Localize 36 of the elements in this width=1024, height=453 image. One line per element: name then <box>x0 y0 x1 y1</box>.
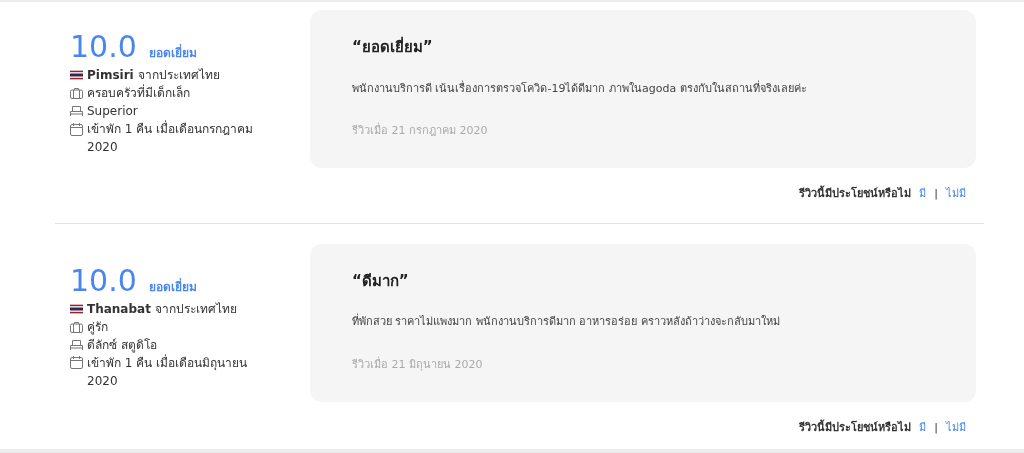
reviewer-name: Pimsiri <box>87 67 134 84</box>
calendar-icon <box>70 122 83 136</box>
briefcase-icon <box>70 87 83 99</box>
briefcase-icon <box>70 320 83 333</box>
reviewer-name: Thanabat <box>87 300 151 318</box>
flag-icon <box>70 303 83 314</box>
traveler-type: ครอบครัวที่มีเด็กเล็ก <box>87 84 190 102</box>
review-text: พนักงานบริการดี เน้นเรื่องการตรวจโควิด-19ได้ดีมาก ภาพในagoda ตรงกับในสถานที่จริงเลยค่ะ <box>352 80 808 97</box>
review-text: ที่พักสวย ราคาไม่แพงมาก พนักงานบริการดีมาก อาหารอร่อย คราวหลังถ้าว่างจะกลับมาใหม่ <box>352 314 781 330</box>
reviewer-country: จากประเทศไทย <box>154 300 237 318</box>
stay-info: เข้าพัก 1 คืน เมื่อเดือนมิถุนายน 2020 <box>87 353 249 390</box>
review-date: รีวิวเมื่อ 21 กรกฎาคม 2020 <box>352 123 489 139</box>
yes-link[interactable]: มี <box>919 186 927 203</box>
room-type: ดีลักซ์ สตูดิโอ <box>87 336 157 354</box>
helpful-prompt: รีวิวนี้มีประโยชน์หรือไม่ <box>799 419 912 436</box>
traveler-type: คู่รัก <box>87 318 108 336</box>
flag-icon <box>70 70 83 80</box>
separator: | <box>934 419 938 436</box>
helpful-prompt: รีวิวนี้มีประโยชน์หรือไม่ <box>799 186 912 202</box>
score-label: ยอดเยี่ยม <box>148 44 197 62</box>
review-date: รีวิวเมื่อ 21 มิถุนายน 2020 <box>352 356 484 373</box>
review-score: 10.0 <box>70 30 137 64</box>
calendar-icon <box>70 356 83 369</box>
bed-icon <box>70 105 83 117</box>
review-score: 10.0 <box>70 263 137 298</box>
bed-icon <box>70 338 83 351</box>
stay-info: เข้าพัก 1 คืน เมื่อเดือนกรกฎาคม 2020 <box>87 120 255 156</box>
reviewer-country: จากประเทศไทย <box>137 67 220 84</box>
separator: | <box>934 186 938 202</box>
no-link[interactable]: ไม่มี <box>946 419 966 436</box>
review-title: “ดีมาก” <box>352 270 410 292</box>
score-label: ยอดเยี่ยม <box>148 277 197 296</box>
room-type: Superior <box>87 103 138 120</box>
yes-link[interactable]: มี <box>919 419 927 436</box>
review-title: “ยอดเยี่ยม” <box>352 36 434 58</box>
no-link[interactable]: ไม่มี <box>946 186 966 203</box>
